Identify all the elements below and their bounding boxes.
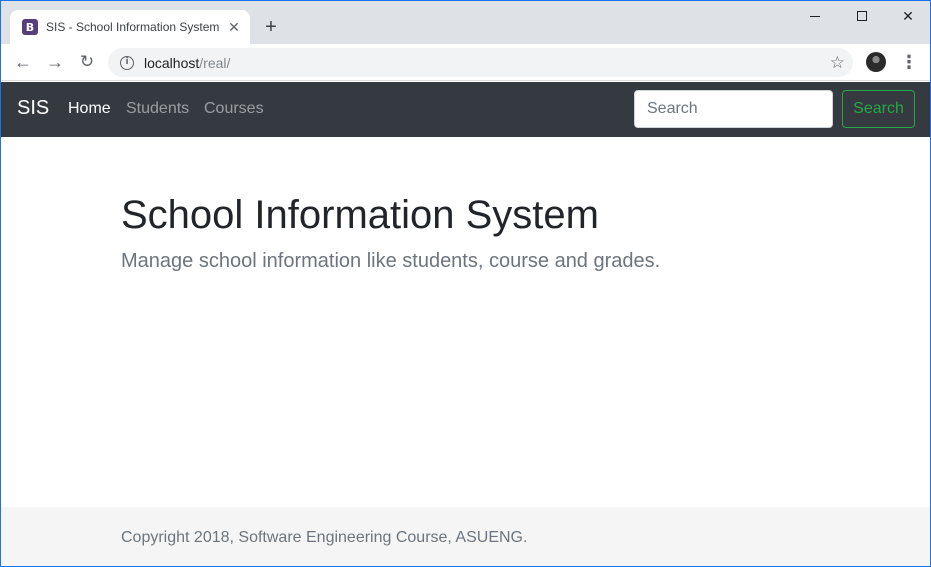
minimize-icon (810, 15, 820, 17)
profile-avatar[interactable] (866, 52, 886, 72)
footer-copyright: Copyright 2018, Software Engineering Cou… (121, 529, 528, 546)
app-navbar: SIS Home Students Courses Search (1, 82, 930, 137)
tab-title: SIS - School Information System (46, 20, 220, 34)
address-bar[interactable]: i localhost/real/ ☆ (108, 48, 853, 77)
nav-link-students[interactable]: Students (126, 100, 189, 118)
page-footer: Copyright 2018, Software Engineering Cou… (1, 507, 930, 566)
bootstrap-favicon-icon: B (22, 19, 38, 35)
search-button[interactable]: Search (842, 90, 915, 128)
window-close-button[interactable]: ✕ (885, 1, 931, 31)
browser-toolbar: ← → ↻ i localhost/real/ ☆ ⋮ (1, 44, 930, 81)
window-minimize-button[interactable] (792, 1, 838, 31)
url-text[interactable]: localhost/real/ (144, 55, 230, 71)
url-host: localhost (144, 54, 200, 71)
url-path: /real/ (199, 54, 231, 71)
window-maximize-button[interactable] (839, 1, 885, 31)
nav-link-home[interactable]: Home (68, 100, 111, 118)
browser-titlebar: B SIS - School Information System ✕ + ✕ (1, 1, 930, 44)
browser-menu-icon[interactable]: ⋮ (900, 51, 918, 73)
page-title: School Information System (121, 193, 599, 237)
page-lead: Manage school information like students,… (121, 250, 661, 272)
tab-close-icon[interactable]: ✕ (226, 19, 242, 35)
back-arrow-icon[interactable]: ← (12, 51, 34, 73)
navbar-brand[interactable]: SIS (17, 97, 49, 120)
nav-link-courses[interactable]: Courses (204, 100, 264, 118)
maximize-icon (857, 11, 867, 21)
search-input[interactable] (634, 90, 833, 128)
close-icon: ✕ (902, 7, 914, 24)
reload-icon[interactable]: ↻ (76, 51, 98, 73)
new-tab-button[interactable]: + (260, 16, 282, 38)
bookmark-star-icon[interactable]: ☆ (830, 53, 845, 72)
forward-arrow-icon[interactable]: → (44, 51, 66, 73)
site-info-icon[interactable]: i (120, 55, 134, 70)
browser-tab[interactable]: B SIS - School Information System ✕ (10, 10, 250, 44)
